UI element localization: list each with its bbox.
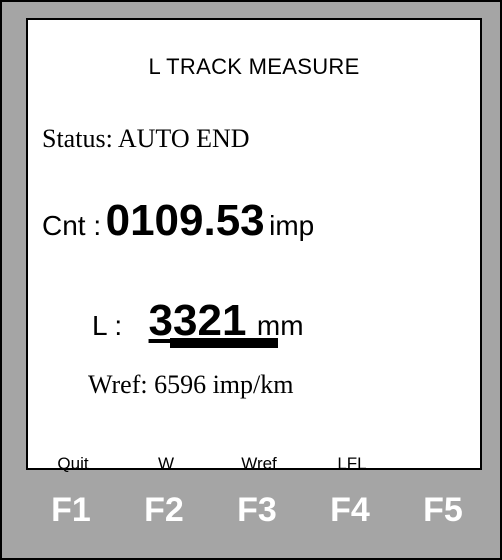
length-label: L :	[92, 310, 123, 341]
counter-unit: imp	[269, 210, 315, 241]
softkey-label-f2: W	[157, 454, 175, 473]
lcd-screen: L TRACK MEASURE Status: AUTO END Cnt : 0…	[26, 18, 482, 473]
wref-readout: Wref: 6596 imp/km	[88, 370, 294, 399]
softkey-label-f1: Quit	[57, 454, 89, 473]
screen-title: L TRACK MEASURE	[148, 54, 360, 79]
counter-value: 0109.53	[105, 196, 265, 245]
counter-label: Cnt :	[42, 210, 102, 241]
softkey-label-f4: LFL	[337, 454, 367, 473]
softkey-label-f3: Wref	[241, 454, 277, 473]
f2-key[interactable]: F2	[129, 482, 199, 538]
counter-readout: Cnt : 0109.53 imp	[42, 196, 314, 246]
f4-key[interactable]: F4	[315, 482, 385, 538]
device-bezel: L TRACK MEASURE Status: AUTO END Cnt : 0…	[0, 0, 502, 560]
f3-key[interactable]: F3	[222, 482, 292, 538]
length-progress-bar	[170, 338, 278, 348]
status-text: Status: AUTO END	[42, 124, 250, 153]
length-unit: mm	[256, 310, 304, 341]
f1-key[interactable]: F1	[36, 482, 106, 538]
length-progress-fill	[170, 338, 278, 348]
f5-key[interactable]: F5	[408, 482, 478, 538]
